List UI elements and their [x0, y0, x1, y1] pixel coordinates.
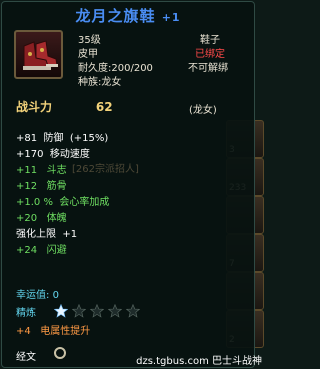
- combat-power-label: 战斗力: [16, 100, 53, 114]
- refine-label: 精炼: [16, 308, 36, 319]
- luck-value: 幸运值: 0: [16, 286, 59, 301]
- luck-label: 幸运值:: [16, 290, 50, 301]
- stat-value: +24: [16, 245, 38, 256]
- item-tooltip: 龙月之旗鞋 +1 35级 鞋子 皮甲 已绑定 耐久度:200/200 种族:龙女…: [1, 1, 255, 368]
- stat-name: 闪避: [46, 245, 67, 256]
- stat-extra: (+15%): [69, 133, 109, 144]
- stat-value: +81: [16, 133, 38, 144]
- item-slot: 鞋子: [200, 35, 220, 46]
- unbind-status: 不可解绑: [188, 63, 228, 74]
- refine-star-empty-icon: [72, 304, 86, 318]
- sutra-label: 经文: [16, 352, 36, 363]
- refine-star-empty-icon: [126, 304, 140, 318]
- item-material: 皮甲: [78, 49, 98, 60]
- stat-name: 会心率加成: [59, 197, 110, 208]
- stat-move-speed: +170 移动速度: [16, 145, 90, 160]
- refine-star-empty-icon: [90, 304, 104, 318]
- background-guild-text: [262宗派招人]: [72, 164, 139, 175]
- enhance-label: 强化上限: [16, 229, 56, 240]
- required-level: 35级: [78, 35, 101, 46]
- item-name: 龙月之旗鞋: [75, 7, 156, 25]
- race-label: 种族:: [78, 77, 102, 88]
- race-restriction: 种族:龙女: [78, 73, 121, 88]
- item-enhance-level: +1: [161, 11, 181, 24]
- race-note: (龙女): [189, 105, 217, 116]
- stat-value: +12: [16, 181, 38, 192]
- stat-value: +11: [16, 165, 38, 176]
- stat-value: +170: [16, 149, 44, 160]
- refine-bonus-name: 电属性提升: [40, 326, 91, 337]
- stat-crit-bonus: +1.0 % 会心率加成: [16, 193, 109, 208]
- watermark: dzs.tgbus.com 巴士斗战神: [136, 356, 262, 367]
- refine-star-empty-icon: [108, 304, 122, 318]
- combat-power: 战斗力 62: [16, 98, 113, 115]
- stat-name: 移动速度: [49, 149, 90, 160]
- stat-value: +20: [16, 213, 38, 224]
- durability: 耐久度:200/200: [78, 59, 153, 74]
- stat-name: 斗志: [46, 165, 67, 176]
- stat-name: 体魄: [46, 213, 67, 224]
- stat-fighting-spirit: +11 斗志: [16, 161, 67, 176]
- bound-status: 已绑定: [195, 49, 225, 60]
- race-value: 龙女: [101, 77, 122, 88]
- enhance-limit: 强化上限 +1: [16, 225, 77, 240]
- luck-number: 0: [52, 290, 59, 301]
- stat-evade: +24 闪避: [16, 241, 67, 256]
- refine-stars: [54, 304, 140, 318]
- sutra-slot-icon[interactable]: [54, 347, 66, 359]
- enhance-value: +1: [62, 229, 78, 240]
- refine-star-lit-icon: [54, 304, 68, 318]
- refine-bonus: +4 电属性提升: [16, 322, 90, 337]
- stat-value: +1.0 %: [16, 197, 53, 208]
- stat-constitution: +20 体魄: [16, 209, 67, 224]
- refine-bonus-value: +4: [16, 326, 31, 337]
- boots-icon: [14, 30, 63, 79]
- item-title: 龙月之旗鞋 +1: [2, 5, 254, 26]
- combat-power-value: 62: [95, 100, 113, 114]
- stat-name: 防御: [43, 133, 64, 144]
- stat-name: 筋骨: [46, 181, 67, 192]
- stat-defense: +81 防御 (+15%): [16, 129, 108, 144]
- stat-physique: +12 筋骨: [16, 177, 67, 192]
